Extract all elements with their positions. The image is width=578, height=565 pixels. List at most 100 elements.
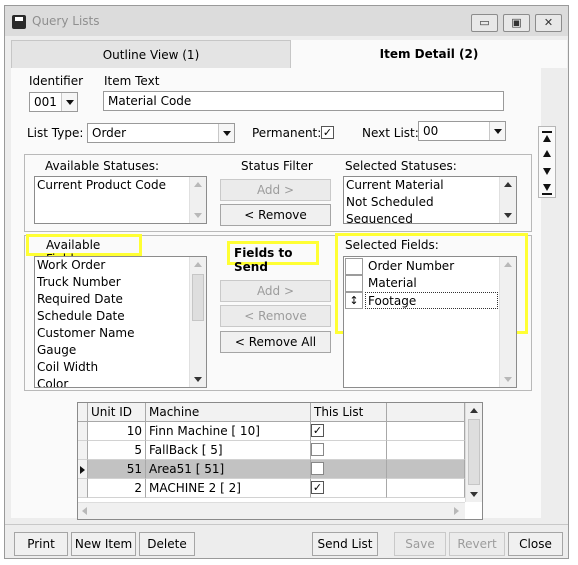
permanent-checkbox[interactable]: ✓ [321, 126, 334, 139]
grid-vertical-scrollbar[interactable] [465, 403, 482, 502]
title-bar[interactable]: Query Lists ▭ ▣ ✕ [5, 6, 568, 36]
window-title: Query Lists [32, 14, 100, 28]
machine-cell[interactable]: Area51 [ 51] [146, 460, 311, 479]
drag-handle-icon[interactable]: ↕ [345, 292, 363, 309]
unit-id-cell[interactable]: 10 [88, 422, 146, 441]
list-item[interactable]: Current Product Code [35, 177, 206, 194]
revert-button[interactable]: Revert [449, 532, 505, 556]
scroll-up-icon[interactable] [470, 408, 478, 413]
scroll-left-icon[interactable] [82, 507, 87, 515]
scrollbar[interactable] [189, 257, 206, 387]
row-header[interactable] [78, 441, 88, 460]
save-button[interactable]: Save [394, 532, 446, 556]
scroll-up-icon[interactable] [504, 182, 512, 187]
this-list-cell[interactable] [311, 441, 387, 460]
list-item[interactable]: Work Order [35, 257, 206, 274]
available-statuses-list[interactable]: Current Product Code [34, 176, 207, 224]
row-handle[interactable] [345, 275, 363, 292]
list-item[interactable]: Customer Name [35, 325, 206, 342]
this-list-cell[interactable] [311, 460, 387, 479]
query-lists-window: Query Lists ▭ ▣ ✕ Outline View (1) Item … [4, 5, 569, 559]
identifier-combo[interactable]: 001 [29, 92, 78, 112]
grid-horizontal-scrollbar[interactable] [78, 502, 465, 519]
selected-statuses-list[interactable]: Current Material Not Scheduled Sequenced [343, 176, 517, 224]
next-list-value: 00 [423, 124, 439, 138]
item-text-input[interactable]: Material Code [103, 91, 504, 111]
this-list-cell[interactable]: ✓ [311, 479, 387, 498]
row-header[interactable] [78, 460, 88, 479]
minimize-icon[interactable]: ▭ [471, 14, 498, 32]
machine-cell[interactable]: Finn Machine [ 10] [146, 422, 311, 441]
move-up-icon[interactable] [543, 150, 551, 157]
chevron-down-icon[interactable] [489, 122, 505, 140]
unit-id-cell[interactable]: 51 [88, 460, 146, 479]
row-header[interactable] [78, 422, 88, 441]
scrollbar[interactable] [499, 257, 516, 387]
this-list-cell[interactable]: ✓ [311, 422, 387, 441]
move-down-icon[interactable] [543, 168, 551, 175]
unit-id-cell[interactable]: 2 [88, 479, 146, 498]
close-button[interactable]: Close [508, 532, 563, 556]
list-item[interactable]: Required Date [35, 291, 206, 308]
remove-status-button[interactable]: < Remove [220, 204, 331, 226]
chevron-down-icon[interactable] [61, 93, 77, 111]
restore-icon[interactable]: ▣ [503, 14, 530, 32]
remove-field-button[interactable]: < Remove [220, 305, 331, 327]
list-type-combo[interactable]: Order [87, 123, 235, 143]
scroll-thumb[interactable] [468, 419, 480, 485]
remove-all-fields-button[interactable]: < Remove All [220, 331, 331, 353]
machine-cell[interactable]: FallBack [ 5] [146, 441, 311, 460]
list-item[interactable]: Schedule Date [35, 308, 206, 325]
scroll-down-icon[interactable] [194, 213, 202, 218]
chevron-down-icon[interactable] [218, 124, 234, 142]
scroll-up-icon[interactable] [504, 262, 512, 267]
scroll-up-icon[interactable] [194, 182, 202, 187]
list-type-label: List Type: [27, 126, 84, 140]
add-status-button[interactable]: Add > [220, 179, 331, 201]
list-item-selected[interactable]: Footage [365, 292, 498, 309]
scroll-down-icon[interactable] [194, 377, 202, 382]
list-item[interactable]: Current Material [344, 177, 516, 194]
print-button[interactable]: Print [14, 532, 68, 556]
machine-grid[interactable]: Unit ID Machine This List 10 Finn Machin… [77, 402, 483, 520]
list-item[interactable]: Order Number [366, 258, 454, 275]
row-handle[interactable] [345, 258, 363, 275]
scroll-up-icon[interactable] [194, 262, 202, 267]
list-item[interactable]: Not Scheduled [344, 194, 516, 211]
list-item[interactable]: Color [35, 376, 206, 387]
this-list-checkbox[interactable] [311, 462, 324, 475]
send-list-button[interactable]: Send List [312, 532, 378, 556]
scroll-right-icon[interactable] [454, 507, 459, 515]
selected-fields-list[interactable]: Order Number Material ↕ Footage [343, 256, 517, 388]
scrollbar[interactable] [189, 177, 206, 223]
move-bottom-icon[interactable] [542, 184, 552, 195]
delete-button[interactable]: Delete [139, 532, 195, 556]
row-header[interactable] [78, 479, 88, 498]
available-fields-list[interactable]: Work Order Truck Number Required Date Sc… [34, 256, 207, 388]
list-item[interactable]: Material [366, 275, 417, 292]
column-header-unit-id[interactable]: Unit ID [88, 403, 146, 422]
machine-cell[interactable]: MACHINE 2 [ 2] [146, 479, 311, 498]
column-header-machine[interactable]: Machine [146, 403, 311, 422]
add-field-button[interactable]: Add > [220, 280, 331, 302]
list-item[interactable]: Coil Width [35, 359, 206, 376]
scroll-thumb[interactable] [192, 274, 204, 321]
move-top-icon[interactable] [542, 131, 552, 142]
list-item[interactable]: Sequenced [344, 211, 516, 223]
scroll-down-icon[interactable] [504, 377, 512, 382]
scrollbar[interactable] [499, 177, 516, 223]
list-item[interactable]: Gauge [35, 342, 206, 359]
next-list-combo[interactable]: 00 [418, 121, 506, 141]
unit-id-cell[interactable]: 5 [88, 441, 146, 460]
list-item[interactable]: Truck Number [35, 274, 206, 291]
close-icon[interactable]: ✕ [535, 14, 562, 32]
this-list-checkbox[interactable]: ✓ [311, 424, 324, 437]
column-header-this-list[interactable]: This List [311, 403, 387, 422]
new-item-button[interactable]: New Item [71, 532, 136, 556]
tab-item-detail[interactable]: Item Detail (2) [291, 40, 567, 68]
this-list-checkbox[interactable] [311, 443, 324, 456]
tab-outline-view[interactable]: Outline View (1) [11, 40, 291, 68]
scroll-down-icon[interactable] [470, 492, 478, 497]
this-list-checkbox[interactable]: ✓ [311, 481, 324, 494]
scroll-down-icon[interactable] [504, 213, 512, 218]
